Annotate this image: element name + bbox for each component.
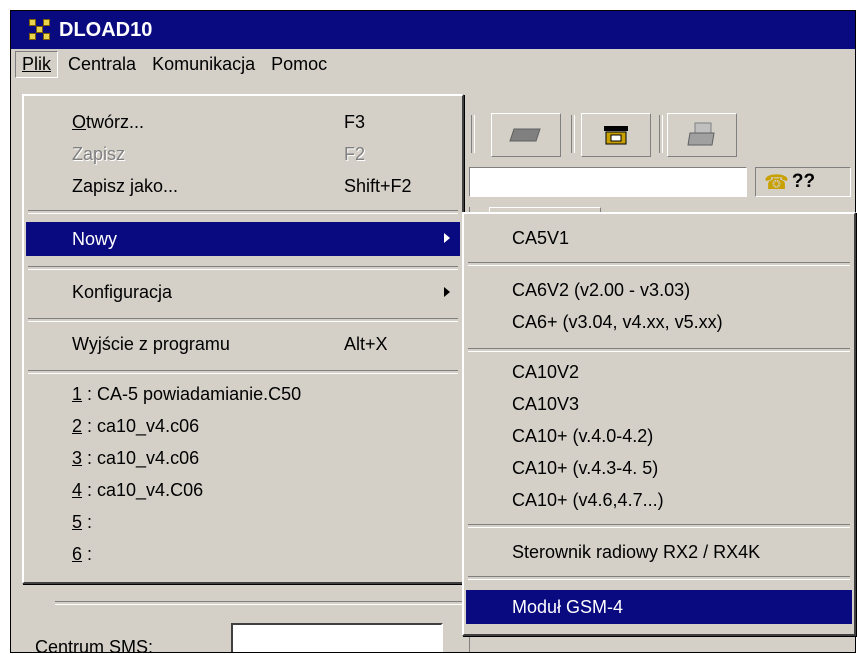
konfiguracja-label: Konfiguracja — [72, 281, 173, 302]
submenu-item-ca6v2[interactable]: CA6V2 (v2.00 - v3.03) — [466, 274, 852, 306]
status-field — [469, 167, 747, 197]
nowy-label: Nowy — [72, 228, 118, 249]
phone-status-text: ?? — [791, 171, 816, 192]
app-icon — [29, 19, 51, 41]
menu-plik-label: Plik — [22, 53, 52, 74]
zapisz-label: Zapisz — [72, 143, 126, 164]
menu-plik[interactable]: Plik — [15, 50, 59, 78]
menu-item-zapisz-jako[interactable]: Zapisz jako... Shift+F2 — [26, 170, 460, 202]
zapisz-jako-label: Zapisz jako... — [72, 175, 179, 196]
submenu-item-ca10v2[interactable]: CA10V2 — [466, 356, 852, 388]
otworz-shortcut: F3 — [344, 111, 366, 132]
recent-file-1[interactable]: 1 : CA-5 powiadamianie.C50 — [26, 378, 460, 410]
sms-panel: Centrum SMS: — [33, 601, 475, 653]
menu-item-nowy[interactable]: Nowy — [26, 222, 460, 256]
print-button[interactable] — [667, 113, 737, 157]
recent-file-3[interactable]: 3 : ca10_v4.c06 — [26, 442, 460, 474]
submenu-arrow-icon — [444, 233, 450, 243]
separator — [28, 210, 458, 214]
submenu-arrow-icon — [444, 287, 450, 297]
handset-icon — [604, 126, 628, 145]
otworz-label: Otwórz... — [72, 111, 145, 132]
wyjscie-label: Wyjście z programu — [72, 333, 230, 354]
submenu-item-gsm[interactable]: Moduł GSM-4 — [466, 590, 852, 624]
menu-item-wyjscie[interactable]: Wyjście z programu Alt+X — [26, 328, 460, 360]
plik-menu: Otwórz... F3 Zapisz F2 Zapisz jako... Sh… — [22, 94, 464, 584]
menu-item-otworz[interactable]: Otwórz... F3 — [26, 106, 460, 138]
wyjscie-shortcut: Alt+X — [344, 333, 388, 354]
separator — [28, 370, 458, 374]
sms-center-input[interactable] — [231, 623, 443, 652]
recent-file-6[interactable]: 6 : — [26, 538, 460, 570]
menu-centrala[interactable]: Centrala — [62, 52, 142, 77]
chip-button[interactable] — [491, 113, 561, 157]
menu-komunikacja[interactable]: Komunikacja — [146, 52, 261, 77]
chip-icon — [509, 128, 541, 142]
submenu-item-sterownik[interactable]: Sterownik radiowy RX2 / RX4K — [466, 536, 852, 568]
handset-button[interactable] — [581, 113, 651, 157]
submenu-item-ca5v1[interactable]: CA5V1 — [466, 222, 852, 254]
submenu-item-ca10v3[interactable]: CA10V3 — [466, 388, 852, 420]
toolbar — [471, 109, 851, 159]
submenu-item-ca10-46-47[interactable]: CA10+ (v4.6,4.7...) — [466, 484, 852, 516]
phone-status: ☎ ?? — [755, 167, 851, 197]
submenu-item-ca10-43-45[interactable]: CA10+ (v.4.3-4. 5) — [466, 452, 852, 484]
window-title: DLOAD10 — [59, 18, 153, 41]
submenu-item-ca6plus[interactable]: CA6+ (v3.04, v4.xx, v5.xx) — [466, 306, 852, 338]
sms-center-label: Centrum SMS: — [35, 637, 154, 653]
nowy-submenu: CA5V1 CA6V2 (v2.00 - v3.03) CA6+ (v3.04,… — [462, 212, 856, 636]
recent-file-5[interactable]: 5 : — [26, 506, 460, 538]
separator — [28, 318, 458, 322]
zapisz-shortcut: F2 — [344, 143, 366, 164]
submenu-item-ca10-40-42[interactable]: CA10+ (v.4.0-4.2) — [466, 420, 852, 452]
title-bar[interactable]: DLOAD10 — [11, 11, 855, 49]
menu-item-zapisz[interactable]: Zapisz F2 — [26, 138, 460, 170]
phone-icon: ☎ — [764, 171, 789, 194]
menu-bar: Plik Centrala Komunikacja Pomoc — [11, 49, 855, 79]
printer-icon — [687, 122, 715, 146]
menu-pomoc[interactable]: Pomoc — [265, 52, 333, 77]
recent-file-4[interactable]: 4 : ca10_v4.C06 — [26, 474, 460, 506]
recent-file-2[interactable]: 2 : ca10_v4.c06 — [26, 410, 460, 442]
menu-item-konfiguracja[interactable]: Konfiguracja — [26, 276, 460, 308]
zapisz-jako-shortcut: Shift+F2 — [344, 175, 412, 196]
separator — [28, 266, 458, 270]
